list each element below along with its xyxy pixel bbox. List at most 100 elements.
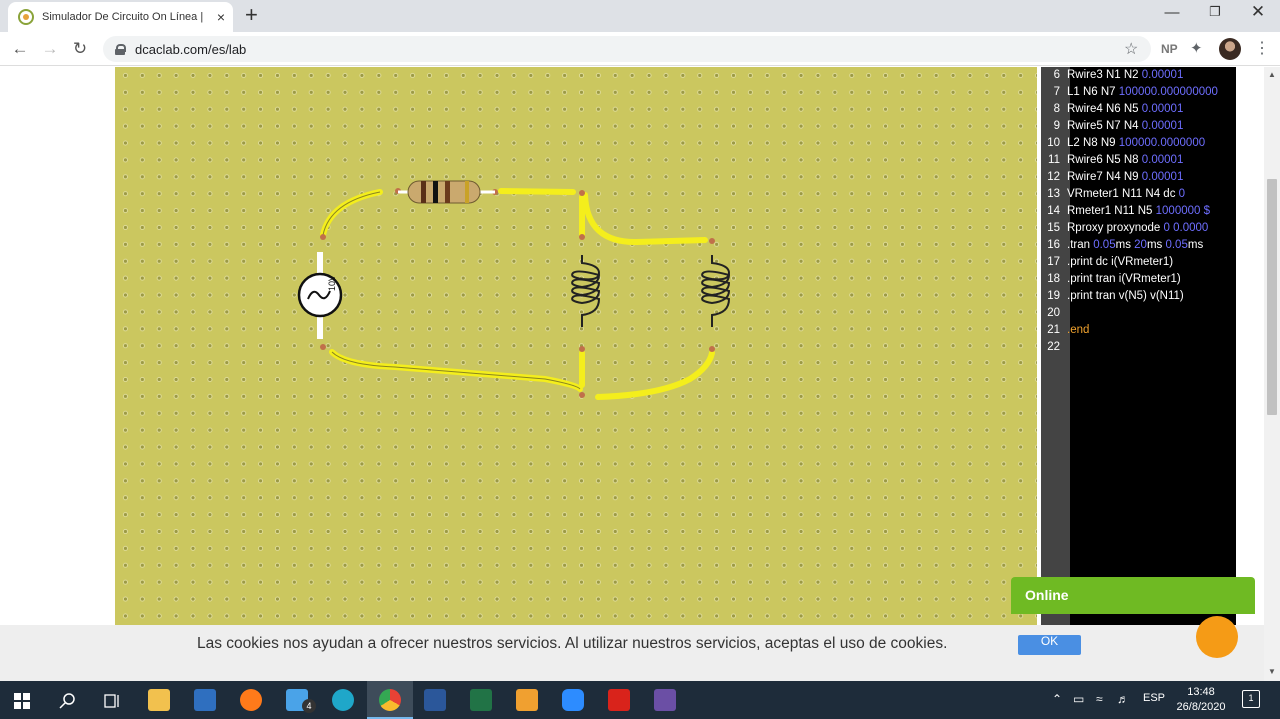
code-text: Rwire6 N5 N8 — [1067, 154, 1142, 166]
code-line[interactable]: 21 .end — [1041, 322, 1236, 339]
notifications-icon[interactable]: 1 — [1242, 690, 1260, 708]
acrobat-icon[interactable] — [608, 689, 630, 711]
line-number: 11 — [1048, 154, 1060, 166]
excel-icon[interactable] — [470, 689, 492, 711]
code-line[interactable]: 6 Rwire3 N1 N2 0.00001 — [1041, 67, 1236, 84]
source-voltage-label: 10V — [327, 275, 337, 291]
zoom-icon[interactable] — [562, 689, 584, 711]
line-number: 13 — [1047, 188, 1060, 200]
cookie-ok-button[interactable]: OK — [1018, 635, 1081, 655]
firefox-icon[interactable] — [240, 689, 262, 711]
code-line[interactable]: 7 L1 N6 N7 100000.000000000 — [1041, 84, 1236, 101]
inductor-l1[interactable] — [571, 255, 601, 327]
store-icon[interactable] — [194, 689, 216, 711]
resistor[interactable] — [398, 180, 495, 204]
line-number: 17 — [1047, 256, 1060, 268]
scrollbar-thumb[interactable] — [1267, 179, 1277, 415]
url-bar[interactable]: dcaclab.com/es/lab — [103, 36, 1151, 62]
extension-np[interactable]: NP — [1161, 42, 1178, 56]
word-icon[interactable] — [424, 689, 446, 711]
extensions-icon[interactable]: ✦ — [1190, 39, 1203, 57]
new-tab-button[interactable]: + — [245, 4, 258, 26]
line-number: 6 — [1053, 69, 1060, 81]
browser-tab[interactable]: Simulador De Circuito On Línea | × — [8, 2, 233, 32]
code-text: Rwire5 N7 N4 — [1067, 120, 1142, 132]
code-text: ms — [1187, 239, 1204, 251]
bookmark-star-icon[interactable]: ☆ — [1124, 39, 1138, 59]
battery-icon[interactable]: ▭ — [1073, 692, 1084, 706]
minimize-icon[interactable]: — — [1162, 4, 1182, 21]
windows-start-icon[interactable] — [14, 693, 30, 709]
close-tab-icon[interactable]: × — [217, 9, 225, 25]
profile-avatar[interactable] — [1219, 38, 1241, 60]
code-value: 0.00001 — [1141, 154, 1184, 166]
wire-resistor-to-node[interactable] — [498, 188, 576, 195]
code-value: 1000000 $ — [1155, 205, 1211, 217]
code-text: L1 N6 N7 — [1067, 86, 1119, 98]
browser-menu-icon[interactable]: ⋮ — [1254, 38, 1270, 58]
media-player-icon[interactable] — [516, 689, 538, 711]
code-line[interactable]: 11 Rwire6 N5 N8 0.00001 — [1041, 152, 1236, 169]
wire-bottom-return[interactable] — [329, 349, 583, 392]
file-explorer-icon[interactable] — [148, 689, 170, 711]
inductor-l2[interactable] — [701, 255, 731, 327]
lock-icon — [115, 43, 126, 55]
code-value: 100000.000000000 — [1118, 86, 1218, 98]
line-number: 10 — [1047, 137, 1060, 149]
maximize-icon[interactable]: ❐ — [1205, 4, 1225, 20]
cookie-banner-text: Las cookies nos ayudan a ofrecer nuestro… — [197, 635, 948, 652]
chat-online-widget[interactable]: Online — [1011, 577, 1255, 614]
code-line[interactable]: 19 .print tran v(N5) v(N11) — [1041, 288, 1236, 305]
code-line[interactable]: 13 VRmeter1 N11 N4 dc 0 — [1041, 186, 1236, 203]
cookie-banner: Las cookies nos ayudan a ofrecer nuestro… — [0, 625, 1264, 681]
edge-icon[interactable] — [332, 689, 354, 711]
search-icon[interactable] — [59, 692, 77, 710]
code-value: 0.00001 — [1141, 103, 1184, 115]
ac-voltage-source[interactable]: 10V — [297, 252, 343, 339]
wire-right-inductor-return[interactable] — [595, 350, 715, 400]
code-line[interactable]: 8 Rwire4 N6 N5 0.00001 — [1041, 101, 1236, 118]
code-text: ms — [1146, 239, 1166, 251]
wire-node-to-right-inductor[interactable] — [582, 192, 708, 246]
task-view-icon[interactable] — [103, 692, 121, 710]
code-line[interactable]: 10 L2 N8 N9 100000.0000000 — [1041, 135, 1236, 152]
volume-icon[interactable]: ♬ — [1117, 692, 1129, 706]
code-line[interactable]: 20 — [1041, 305, 1236, 322]
language-indicator[interactable]: ESP — [1143, 692, 1165, 704]
code-value: 20 — [1134, 239, 1147, 251]
code-value: 0.00001 — [1141, 171, 1184, 183]
page-scrollbar[interactable]: ▲ ▼ — [1264, 67, 1280, 681]
tray-overflow-icon[interactable]: ⌃ — [1052, 692, 1062, 706]
code-line[interactable]: 18 .print tran i(VRmeter1) — [1041, 271, 1236, 288]
code-line[interactable]: 9 Rwire5 N7 N4 0.00001 — [1041, 118, 1236, 135]
netlist-editor[interactable]: 6 Rwire3 N1 N2 0.00001 7 L1 N6 N7 100000.00… — [1041, 67, 1236, 627]
code-line[interactable]: 12 Rwire7 N4 N9 0.00001 — [1041, 169, 1236, 186]
code-line[interactable]: 17 .print dc i(VRmeter1) — [1041, 254, 1236, 271]
address-toolbar: ← → ↻ dcaclab.com/es/lab ☆ NP ✦ ⋮ — [0, 32, 1280, 66]
wifi-icon[interactable]: ≈ — [1096, 692, 1103, 706]
breadboard-canvas[interactable]: 10V — [115, 67, 1037, 627]
chrome-icon[interactable] — [379, 689, 401, 711]
line-number: 20 — [1047, 307, 1060, 319]
forward-icon[interactable]: → — [40, 39, 60, 59]
circuit-drawing: 10V — [297, 180, 731, 400]
close-window-icon[interactable]: ✕ — [1248, 2, 1268, 22]
code-line[interactable]: 14 Rmeter1 N11 N5 1000000 $ — [1041, 203, 1236, 220]
help-fab-button[interactable] — [1196, 616, 1238, 658]
code-value: 0.00001 — [1141, 120, 1184, 132]
scroll-up-icon[interactable]: ▲ — [1268, 70, 1276, 79]
code-text: Rproxy proxynode — [1067, 222, 1164, 234]
code-line[interactable]: 16 .tran 0.05ms 20ms 0.05ms — [1041, 237, 1236, 254]
line-number: 14 — [1047, 205, 1060, 217]
reload-icon[interactable]: ↻ — [70, 39, 90, 59]
code-line[interactable]: 15 Rproxy proxynode 0 0.0000 — [1041, 220, 1236, 237]
wire-source-to-resistor[interactable] — [320, 189, 383, 238]
line-number: 22 — [1047, 341, 1060, 353]
code-line[interactable]: 22 — [1041, 339, 1236, 356]
line-number: 19 — [1047, 290, 1060, 302]
scroll-down-icon[interactable]: ▼ — [1268, 667, 1276, 676]
line-number: 8 — [1053, 103, 1060, 115]
system-clock[interactable]: 13:48 26/8/2020 — [1170, 685, 1232, 715]
back-icon[interactable]: ← — [10, 39, 30, 59]
app-icon[interactable] — [654, 689, 676, 711]
